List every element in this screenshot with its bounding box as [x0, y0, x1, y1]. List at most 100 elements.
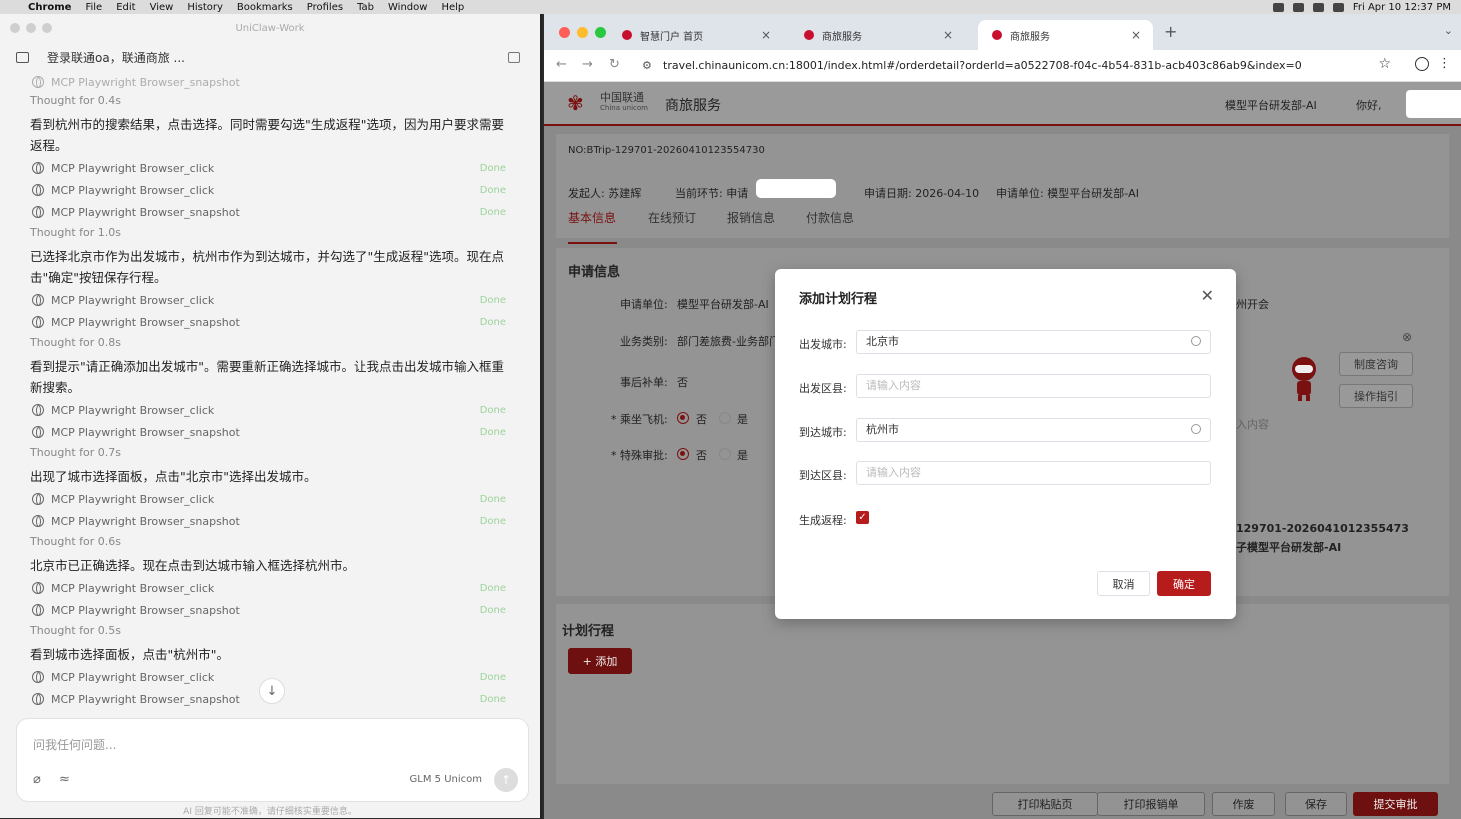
send-button[interactable]: ↑	[494, 768, 518, 792]
confirm-button[interactable]: 确定	[1157, 571, 1211, 596]
tab-search-icon[interactable]: ⌄	[1444, 24, 1453, 37]
special-no-radio[interactable]	[677, 448, 689, 460]
dept-switcher[interactable]: 模型平台研发部-AI	[1225, 97, 1317, 113]
arrive-city-input[interactable]: 杭州市	[856, 418, 1211, 442]
reload-icon[interactable]: ↻	[609, 57, 620, 72]
tool-call[interactable]: MCP Playwright Browser_snapshot Done	[32, 204, 514, 220]
bookmark-star-icon[interactable]: ☆	[1378, 56, 1391, 72]
thought-label[interactable]: Thought for 0.5s	[30, 624, 512, 637]
field-value: 模型平台研发部-AI	[677, 298, 769, 311]
policy-consult-button[interactable]: 制度咨询	[1339, 352, 1413, 376]
tab-bar: 智慧门户 首页 × 商旅服务 × 商旅服务 × + ⌄	[544, 14, 1461, 50]
tool-call[interactable]: MCP Playwright Browser_snapshot Done	[32, 602, 514, 618]
status-icon[interactable]	[1272, 2, 1284, 12]
menu-help[interactable]: Help	[441, 2, 464, 13]
print-reimbursement-button[interactable]: 打印报销单	[1097, 792, 1205, 816]
thought-label[interactable]: Thought for 0.6s	[30, 535, 512, 548]
thought-label[interactable]: Thought for 0.8s	[30, 336, 512, 349]
user-menu[interactable]	[1406, 90, 1461, 118]
wifi-icon[interactable]	[1312, 2, 1324, 12]
zoom-window-button[interactable]	[595, 27, 606, 38]
close-tab-icon[interactable]: ×	[943, 28, 953, 42]
clock[interactable]: Fri Apr 10 12:37 PM	[1353, 2, 1451, 13]
profile-icon[interactable]	[1415, 57, 1429, 71]
attach-icon[interactable]: ⌀	[33, 772, 41, 787]
thought-label[interactable]: Thought for 0.7s	[30, 446, 512, 459]
arrive-district-input[interactable]: 请输入内容	[856, 461, 1211, 485]
close-window-button[interactable]	[10, 23, 20, 33]
menu-app[interactable]: Chrome	[28, 2, 71, 13]
special-yes-radio[interactable]	[719, 448, 731, 460]
user-greeting[interactable]: 你好,	[1356, 97, 1382, 113]
cancel-button[interactable]: 取消	[1097, 571, 1150, 596]
menu-tab[interactable]: Tab	[357, 2, 374, 13]
status-icon[interactable]	[1292, 2, 1304, 12]
tab-reimbursement[interactable]: 报销信息	[727, 212, 775, 224]
remark-field[interactable]: 入内容	[1236, 416, 1269, 432]
sidebar-toggle-icon[interactable]	[16, 51, 29, 63]
search-icon[interactable]	[1332, 2, 1344, 12]
minimize-window-button[interactable]	[26, 23, 36, 33]
menu-file[interactable]: File	[85, 2, 102, 13]
save-button[interactable]: 保存	[1285, 792, 1347, 816]
browser-tab[interactable]: 商旅服务 ×	[790, 20, 965, 50]
tab-online-booking[interactable]: 在线预订	[648, 212, 696, 224]
depart-city-input[interactable]: 北京市	[856, 330, 1211, 354]
flight-no-radio[interactable]	[677, 412, 689, 424]
tool-call[interactable]: MCP Playwright Browser_click Done	[32, 402, 514, 418]
menu-bookmarks[interactable]: Bookmarks	[237, 2, 293, 13]
guide-button[interactable]: 操作指引	[1339, 384, 1413, 408]
back-icon[interactable]: ←	[556, 57, 567, 72]
add-plan-button[interactable]: + 添加	[568, 648, 632, 674]
search-icon	[1191, 336, 1201, 346]
settings-sliders-icon[interactable]: ≈	[59, 772, 70, 787]
browser-tab-active[interactable]: 商旅服务 ×	[978, 20, 1153, 50]
new-tab-button[interactable]: +	[1164, 22, 1177, 41]
menu-profiles[interactable]: Profiles	[307, 2, 343, 13]
void-button[interactable]: 作废	[1212, 792, 1275, 816]
depart-district-input[interactable]: 请输入内容	[856, 374, 1211, 398]
menu-window[interactable]: Window	[388, 2, 427, 13]
tool-call[interactable]: MCP Playwright Browser_snapshot Done	[32, 513, 514, 529]
tool-call[interactable]: MCP Playwright Browser_click Done	[32, 580, 514, 596]
tool-call[interactable]: MCP Playwright Browser_click Done	[32, 292, 514, 308]
return-trip-checkbox[interactable]: ✓	[856, 511, 869, 524]
tab-basic-info[interactable]: 基本信息	[568, 212, 616, 224]
menu-edit[interactable]: Edit	[116, 2, 135, 13]
tool-call[interactable]: MCP Playwright Browser_snapshot Done	[32, 424, 514, 440]
tool-call[interactable]: MCP Playwright Browser_click Done	[32, 182, 514, 198]
zoom-window-button[interactable]	[42, 23, 52, 33]
panel-toggle-icon[interactable]	[508, 51, 520, 63]
tool-call[interactable]: MCP Playwright Browser_snapshot Done	[32, 314, 514, 330]
close-window-button[interactable]	[559, 27, 570, 38]
submit-approval-button[interactable]: 提交审批	[1353, 792, 1438, 816]
tool-call[interactable]: MCP Playwright Browser_click Done	[32, 491, 514, 507]
thought-label[interactable]: Thought for 1.0s	[30, 226, 512, 239]
close-tab-icon[interactable]: ×	[1131, 28, 1141, 42]
forward-icon[interactable]: →	[582, 57, 593, 72]
site-info-icon[interactable]: ⚙	[642, 59, 652, 72]
radio-label: 是	[737, 413, 748, 426]
chat-input[interactable]: 问我任何问题...	[33, 736, 116, 753]
print-paste-page-button[interactable]: 打印粘贴页	[992, 792, 1098, 816]
close-icon[interactable]: ✕	[1201, 286, 1214, 305]
chat-feed[interactable]: MCP Playwright Browser_snapshot Thought …	[0, 72, 540, 720]
scroll-down-button[interactable]: ↓	[259, 678, 285, 704]
arrow-down-icon: ↓	[266, 683, 278, 699]
thought-label[interactable]: Thought for 0.4s	[30, 94, 512, 107]
more-menu-icon[interactable]: ⋮	[1438, 56, 1451, 71]
unicom-logo[interactable]: ✾ 中国联通 China unicom	[567, 91, 648, 115]
minimize-window-button[interactable]	[577, 27, 588, 38]
clear-icon[interactable]: ⊗	[1402, 330, 1412, 344]
browser-tab[interactable]: 智慧门户 首页 ×	[608, 20, 783, 50]
tool-call[interactable]: MCP Playwright Browser_click Done	[32, 160, 514, 176]
menu-view[interactable]: View	[150, 2, 174, 13]
menu-history[interactable]: History	[187, 2, 223, 13]
flight-yes-radio[interactable]	[719, 412, 731, 424]
close-tab-icon[interactable]: ×	[761, 28, 771, 42]
url-field[interactable]: travel.chinaunicom.cn:18001/index.html#/…	[663, 59, 1302, 72]
tab-payment[interactable]: 付款信息	[806, 212, 854, 224]
assistant-robot-icon[interactable]	[1284, 355, 1324, 401]
model-selector[interactable]: GLM 5 Unicom	[410, 774, 482, 785]
tool-call[interactable]: MCP Playwright Browser_snapshot	[32, 74, 514, 90]
